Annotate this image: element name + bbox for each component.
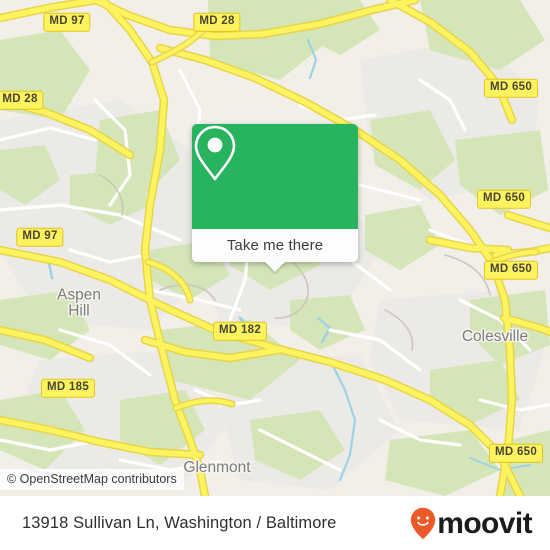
popup-pointer [264,261,286,272]
road-shield: MD 182 [212,321,268,341]
popup-icon-area [192,124,358,229]
moovit-wordmark: moovit [437,506,532,540]
road-shield: MD 185 [40,378,96,398]
take-me-there-button[interactable]: Take me there [192,229,358,272]
road-shield: MD 97 [16,227,64,247]
moovit-logo[interactable]: moovit [410,506,533,540]
place-label-line: Aspen [57,286,101,304]
screenshot-root: MD 97 MD 28 MD 28 MD 650 MD 650 MD 97 MD 650 MD… [0,0,550,550]
map-popup-card[interactable]: Take me there [192,124,358,272]
moovit-pin-icon [410,507,436,540]
place-label: Colesville [461,327,529,345]
road-shield: MD 28 [193,12,241,32]
place-label: Glenmont [183,458,251,476]
map-canvas[interactable]: MD 97 MD 28 MD 28 MD 650 MD 650 MD 97 MD 650 MD… [0,0,550,496]
map-attribution[interactable]: © OpenStreetMap contributors [0,469,184,490]
road-shield: MD 650 [476,189,532,209]
road-shield: MD 650 [483,78,539,98]
take-me-there-label: Take me there [226,237,324,254]
road-shield: MD 28 [0,90,44,110]
road-shield: MD 650 [483,260,539,280]
place-label: Aspen Hill [57,286,101,321]
road-shield: MD 650 [488,443,544,463]
footer-bar: 13918 Sullivan Ln, Washington / Baltimor… [0,496,550,550]
road-shield: MD 97 [43,12,91,32]
place-label-line: Colesville [461,327,529,345]
place-label-line: Glenmont [183,458,251,476]
place-label-line: Hill [68,303,90,320]
address-title: 13918 Sullivan Ln, Washington / Baltimor… [22,514,337,532]
